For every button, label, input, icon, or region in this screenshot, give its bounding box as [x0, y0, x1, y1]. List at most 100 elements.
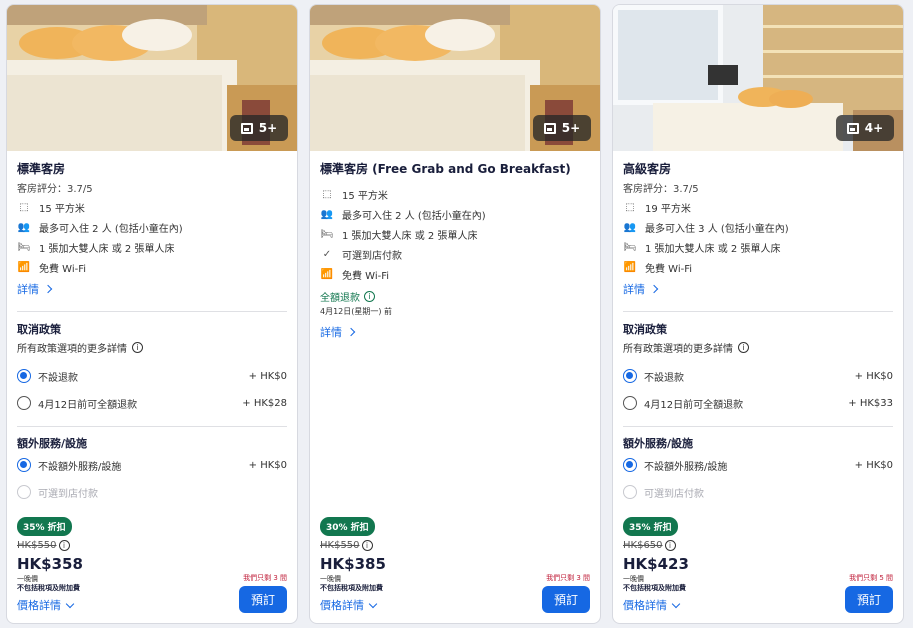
room-name: 高級客房 — [623, 162, 672, 176]
room-rating: 客房評分：3.7/5 — [17, 184, 93, 195]
bed-icon: 🛏 — [17, 241, 31, 253]
divider — [17, 426, 287, 427]
chevron-right-icon — [43, 284, 53, 294]
divider — [17, 311, 287, 312]
info-icon[interactable]: i — [738, 342, 749, 353]
room-wifi: 免費 Wi-Fi — [645, 263, 693, 275]
wifi-icon: 📶 — [17, 261, 31, 273]
gallery-icon — [543, 122, 556, 134]
room-area: 15 平方米 — [342, 190, 388, 202]
radio-button[interactable] — [623, 369, 637, 383]
room-rating: 客房評分：3.7/5 — [623, 184, 699, 195]
free-cancellation: 全額退款 i — [320, 289, 590, 304]
original-price: HK$650 i — [623, 540, 893, 551]
extras-title: 額外服務/設施 — [17, 437, 88, 450]
room-name: 標準客房 (Free Grab and Go Breakfast) — [320, 162, 571, 176]
chevron-right-icon — [649, 284, 659, 294]
refund-deadline: 4月12日(星期一) 前 — [320, 307, 393, 316]
price-per-night-note: 一晚價 — [623, 575, 644, 583]
book-button[interactable]: 預訂 — [542, 586, 590, 613]
people-icon: 👥 — [17, 221, 31, 233]
check-icon: ✓ — [322, 248, 332, 260]
room-photo[interactable]: 5+ — [7, 5, 297, 151]
room-name: 標準客房 — [17, 162, 66, 176]
room-area: 19 平方米 — [645, 203, 691, 215]
area-icon: ⬚ — [19, 201, 29, 213]
info-icon[interactable]: i — [364, 291, 375, 302]
price-per-night-note: 一晚價 — [17, 575, 38, 583]
book-button[interactable]: 預訂 — [239, 586, 287, 613]
nightly-price: HK$358 — [17, 555, 83, 573]
room-occupancy: 最多可入住 2 人 (包括小童在內) — [39, 223, 183, 235]
people-icon: 👥 — [320, 208, 334, 220]
room-beds: 1 張加大雙人床 或 2 張單人床 — [645, 243, 781, 255]
details-link[interactable]: 詳情 — [623, 281, 893, 297]
room-occupancy: 最多可入住 3 人 (包括小童在內) — [645, 223, 789, 235]
room-wifi: 免費 Wi-Fi — [39, 263, 87, 275]
wifi-icon: 📶 — [623, 261, 637, 273]
gallery-button[interactable]: 5+ — [533, 115, 591, 141]
cancel-policy-more[interactable]: 所有政策選項的更多詳情 i — [17, 340, 287, 355]
radio-button — [17, 485, 31, 499]
room-card-superior: 4+ 高級客房 客房評分：3.7/5 ⬚ 19 平方米 👥 最多可入住 3 人 (包… — [612, 4, 904, 624]
room-card-standard: 5+ 標準客房 客房評分：3.7/5 ⬚ 15 平方米 👥 最多可入住 2 人 (包… — [6, 4, 298, 624]
divider — [623, 426, 893, 427]
room-beds: 1 張加大雙人床 或 2 張單人床 — [342, 230, 478, 242]
discount-badge: 30% 折扣 — [320, 517, 375, 536]
details-link[interactable]: 詳情 — [320, 324, 590, 340]
original-price: HK$550 i — [17, 540, 287, 551]
gallery-count: 4+ — [864, 121, 884, 135]
wifi-icon: 📶 — [320, 268, 334, 280]
room-card-standard-breakfast: 5+ 標準客房 (Free Grab and Go Breakfast) ⬚ 15… — [309, 4, 601, 624]
nightly-price: HK$385 — [320, 555, 386, 573]
room-wifi: 免費 Wi-Fi — [342, 270, 390, 282]
cancel-option-nonrefundable[interactable]: 不設退款 + HK$0 — [17, 366, 287, 386]
extras-option-pay-at-property: 可選到店付款 — [17, 482, 287, 502]
chevron-down-icon — [65, 599, 75, 608]
divider — [623, 311, 893, 312]
info-icon[interactable]: i — [132, 342, 143, 353]
radio-button[interactable] — [623, 458, 637, 472]
radio-button — [623, 485, 637, 499]
cancel-option-refundable[interactable]: 4月12日前可全額退款 + HK$33 — [623, 393, 893, 413]
book-button[interactable]: 預訂 — [845, 586, 893, 613]
gallery-button[interactable]: 5+ — [230, 115, 288, 141]
extras-option-pay-at-property: 可選到店付款 — [623, 482, 893, 502]
nightly-price: HK$423 — [623, 555, 689, 573]
info-icon[interactable]: i — [58, 540, 70, 551]
room-beds: 1 張加大雙人床 或 2 張單人床 — [39, 243, 175, 255]
cancel-option-refundable[interactable]: 4月12日前可全額退款 + HK$28 — [17, 393, 287, 413]
radio-button[interactable] — [17, 458, 31, 472]
original-price: HK$550 i — [320, 540, 590, 551]
cancel-policy-title: 取消政策 — [623, 323, 667, 336]
gallery-count: 5+ — [561, 121, 581, 135]
room-photo[interactable]: 4+ — [613, 5, 903, 151]
extras-option-none[interactable]: 不設額外服務/設施 + HK$0 — [623, 455, 893, 475]
info-icon[interactable]: i — [664, 540, 676, 551]
cancel-policy-more[interactable]: 所有政策選項的更多詳情 i — [623, 340, 893, 355]
cancel-option-nonrefundable[interactable]: 不設退款 + HK$0 — [623, 366, 893, 386]
info-icon[interactable]: i — [361, 540, 373, 551]
room-area: 15 平方米 — [39, 203, 85, 215]
discount-badge: 35% 折扣 — [17, 517, 72, 536]
extras-title: 額外服務/設施 — [623, 437, 694, 450]
price-per-night-note: 一晚價 — [320, 575, 341, 583]
room-pay-at-property: 可選到店付款 — [342, 250, 402, 262]
radio-button[interactable] — [17, 369, 31, 383]
area-icon: ⬚ — [322, 188, 332, 200]
chevron-down-icon — [368, 599, 378, 608]
extras-option-none[interactable]: 不設額外服務/設施 + HK$0 — [17, 455, 287, 475]
room-occupancy: 最多可入住 2 人 (包括小童在內) — [342, 210, 486, 222]
details-link[interactable]: 詳情 — [17, 281, 287, 297]
gallery-count: 5+ — [258, 121, 278, 135]
bed-icon: 🛏 — [623, 241, 637, 253]
radio-button[interactable] — [17, 396, 31, 410]
bed-icon: 🛏 — [320, 228, 334, 240]
gallery-icon — [240, 122, 253, 134]
chevron-down-icon — [671, 599, 681, 608]
room-photo[interactable]: 5+ — [310, 5, 600, 151]
gallery-button[interactable]: 4+ — [836, 115, 894, 141]
people-icon: 👥 — [623, 221, 637, 233]
chevron-right-icon — [346, 327, 356, 337]
radio-button[interactable] — [623, 396, 637, 410]
